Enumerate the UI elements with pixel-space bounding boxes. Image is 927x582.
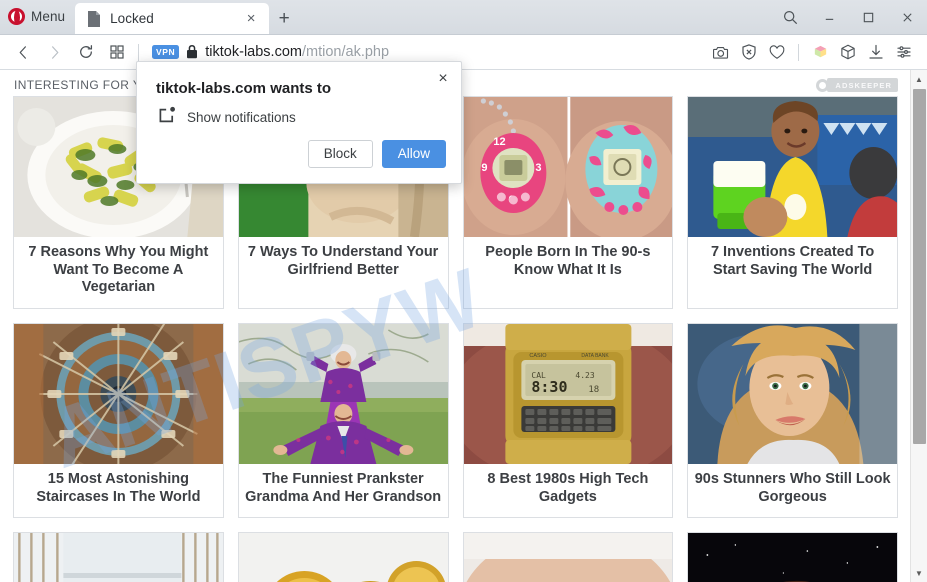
new-tab-button[interactable]: +: [269, 3, 299, 34]
article-card[interactable]: 7 Inventions Created To Start Saving The…: [687, 96, 898, 310]
box-icon[interactable]: [835, 39, 861, 65]
tab-close-icon[interactable]: ×: [241, 9, 261, 29]
menu-label: Menu: [31, 9, 66, 24]
article-card[interactable]: 12 9 3 6: [462, 96, 674, 310]
browser-window: Menu Locked × + VPN tiktok-labs.com/mtio…: [0, 0, 927, 582]
title-bar: Menu Locked × +: [0, 0, 927, 35]
article-image-galaxy-space: [688, 533, 897, 582]
svg-text:CASIO: CASIO: [529, 353, 547, 359]
notification-icon: [158, 106, 176, 129]
forward-button[interactable]: [39, 37, 70, 67]
dialog-permission-row: Show notifications: [137, 97, 461, 129]
article-title: The Funniest Prankster Grandma And Her G…: [245, 471, 442, 505]
tab-overview-icon[interactable]: [101, 37, 132, 67]
extension-cube-icon[interactable]: [807, 39, 833, 65]
article-image-casio-calculator-watch: CAL 4.23 8:30 18 CASIO DATA BANK: [463, 324, 673, 465]
dialog-permission-text: Show notifications: [187, 110, 296, 125]
article-image-gold-bitcoin-coins: ฿ ฿: [238, 533, 448, 582]
tab-title: Locked: [110, 11, 154, 26]
article-image-woman-window-snow: [14, 533, 223, 582]
article-card[interactable]: [462, 532, 674, 582]
url-text: tiktok-labs.com/mtion/ak.php: [205, 44, 389, 60]
article-image-colorful-eye-makeup: [463, 533, 673, 582]
svg-text:9: 9: [481, 162, 487, 174]
toolbar-divider: [138, 43, 139, 61]
scrollbar-thumb[interactable]: [913, 89, 926, 444]
article-card[interactable]: [687, 532, 898, 582]
adskeeper-badge[interactable]: ADSKEEPER: [816, 78, 898, 92]
dialog-actions: Block Allow: [307, 139, 446, 168]
article-grid-row-2: 15 Most Astonishing Staircases In The Wo…: [0, 323, 910, 519]
window-controls: [771, 0, 927, 35]
download-icon[interactable]: [863, 39, 889, 65]
lock-icon[interactable]: [186, 45, 198, 59]
reload-button[interactable]: [70, 37, 101, 67]
block-button[interactable]: Block: [307, 139, 373, 168]
dialog-close-icon[interactable]: ×: [433, 69, 453, 89]
adskeeper-ring-icon: [816, 78, 830, 92]
article-card[interactable]: [13, 532, 224, 582]
article-image-woman-blonde-portrait: [688, 324, 897, 465]
url-host: tiktok-labs.com: [205, 44, 302, 60]
close-icon[interactable]: [888, 1, 927, 35]
svg-text:3: 3: [535, 162, 541, 174]
opera-logo-icon: [8, 8, 25, 25]
url-path: /mtion/ak.php: [301, 44, 390, 60]
notification-permission-dialog: × tiktok-labs.com wants to Show notifica…: [136, 61, 462, 184]
maximize-icon[interactable]: [849, 1, 888, 35]
ad-blocker-icon[interactable]: [736, 39, 762, 65]
article-image-woman-green-lamp: [688, 97, 897, 237]
search-icon[interactable]: [771, 1, 810, 35]
adskeeper-label: ADSKEEPER: [827, 78, 898, 92]
article-card[interactable]: The Funniest Prankster Grandma And Her G…: [237, 323, 449, 519]
article-image-grandma-grandson-suits: [238, 324, 448, 465]
page-scrollbar[interactable]: ▲ ▼: [910, 70, 927, 582]
article-title: 8 Best 1980s High Tech Gadgets: [487, 471, 649, 505]
article-image-tamagotchi-toys: 12 9 3 6: [463, 97, 673, 237]
back-button[interactable]: [8, 37, 39, 67]
easy-setup-icon[interactable]: [891, 39, 917, 65]
toolbar-divider-2: [798, 43, 799, 61]
article-title: 90s Stunners Who Still Look Gorgeous: [694, 471, 891, 505]
vpn-badge[interactable]: VPN: [152, 45, 180, 59]
article-title: 7 Reasons Why You Might Want To Become A…: [28, 244, 209, 296]
svg-text:12: 12: [493, 136, 505, 148]
svg-text:4.23: 4.23: [575, 371, 594, 380]
article-title: People Born In The 90-s Know What It Is: [485, 244, 651, 278]
article-card[interactable]: CAL 4.23 8:30 18 CASIO DATA BANK 8 Best …: [462, 323, 674, 519]
article-title: 15 Most Astonishing Staircases In The Wo…: [36, 471, 201, 505]
browser-toolbar: [708, 39, 917, 65]
page-icon: [87, 10, 101, 27]
svg-text:DATA BANK: DATA BANK: [581, 353, 609, 359]
allow-button[interactable]: Allow: [381, 139, 446, 168]
article-image-spiral-staircase: [14, 324, 223, 465]
article-title: 7 Inventions Created To Start Saving The…: [710, 244, 875, 278]
svg-text:18: 18: [588, 385, 599, 395]
svg-text:8:30: 8:30: [531, 378, 567, 396]
article-title: 7 Ways To Understand Your Girlfriend Bet…: [247, 244, 439, 278]
article-card[interactable]: 15 Most Astonishing Staircases In The Wo…: [13, 323, 224, 519]
heart-icon[interactable]: [764, 39, 790, 65]
article-grid-row-3: ฿ ฿: [0, 532, 910, 582]
scroll-down-arrow[interactable]: ▼: [911, 565, 927, 581]
browser-tab[interactable]: Locked ×: [75, 3, 270, 34]
dialog-title: tiktok-labs.com wants to: [156, 80, 332, 97]
scroll-up-arrow[interactable]: ▲: [911, 71, 927, 87]
article-card[interactable]: ฿ ฿: [237, 532, 449, 582]
article-card[interactable]: 90s Stunners Who Still Look Gorgeous: [687, 323, 898, 519]
snapshot-icon[interactable]: [708, 39, 734, 65]
minimize-icon[interactable]: [810, 1, 849, 35]
opera-menu-button[interactable]: Menu: [0, 0, 75, 34]
